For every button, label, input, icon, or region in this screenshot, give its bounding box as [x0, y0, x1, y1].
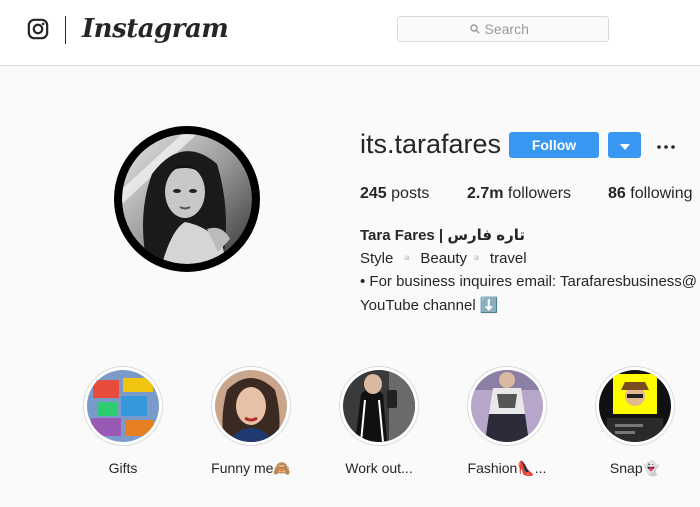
instagram-wordmark[interactable]: Instagram	[82, 14, 229, 44]
highlight-cover	[471, 370, 543, 442]
following-link[interactable]: 86 following	[608, 185, 693, 203]
bio-line: YouTube channel ⬇️	[360, 297, 499, 314]
logo-divider	[65, 16, 66, 44]
highlight-gifts[interactable]: Gifts	[83, 366, 163, 476]
highlight-label: Work out...	[345, 460, 413, 476]
highlight-cover	[343, 370, 415, 442]
caret-down-icon	[619, 143, 630, 150]
highlight-cover	[215, 370, 287, 442]
following-label: following	[630, 185, 693, 202]
followers-value: 2.7m	[467, 185, 504, 202]
following-value: 86	[608, 185, 626, 202]
highlight-funny-me[interactable]: Funny me🙈	[211, 366, 291, 476]
profile-avatar[interactable]	[114, 126, 260, 272]
bio-full-name: Tara Fares | تاره فارس	[360, 227, 526, 244]
highlight-cover	[87, 370, 159, 442]
highlight-cover	[599, 370, 671, 442]
top-navigation-bar: Instagram	[0, 0, 700, 66]
highlight-label: Fashion👠...	[467, 460, 547, 476]
followers-link[interactable]: 2.7m followers	[467, 185, 571, 203]
search-icon	[469, 24, 480, 34]
search-box[interactable]	[397, 16, 609, 42]
profile-username: its.tarafares	[360, 129, 502, 159]
bio-line: • For business inquires email: Tarafares…	[360, 273, 698, 290]
posts-value: 245	[360, 185, 387, 202]
posts-label: posts	[391, 185, 430, 202]
follow-button[interactable]: Follow	[509, 132, 599, 158]
avatar-photo	[122, 134, 252, 264]
instagram-camera-icon[interactable]	[27, 18, 49, 40]
ellipsis-icon	[657, 145, 675, 149]
search-input[interactable]	[484, 21, 537, 37]
highlight-label: Snap👻	[609, 460, 661, 476]
followers-label: followers	[507, 185, 572, 202]
highlight-fashion[interactable]: Fashion👠...	[467, 366, 547, 476]
suggested-dropdown-button[interactable]	[608, 132, 641, 158]
highlight-snap[interactable]: Snap👻	[595, 366, 675, 476]
highlight-label: Funny me🙈	[211, 460, 291, 476]
highlight-work-out[interactable]: Work out...	[339, 366, 419, 476]
highlight-label: Gifts	[108, 460, 138, 476]
posts-count: 245 posts	[360, 185, 429, 203]
bio-line: Style ▫️ Beauty▫️ travel	[360, 250, 527, 267]
more-options-button[interactable]	[656, 136, 676, 154]
